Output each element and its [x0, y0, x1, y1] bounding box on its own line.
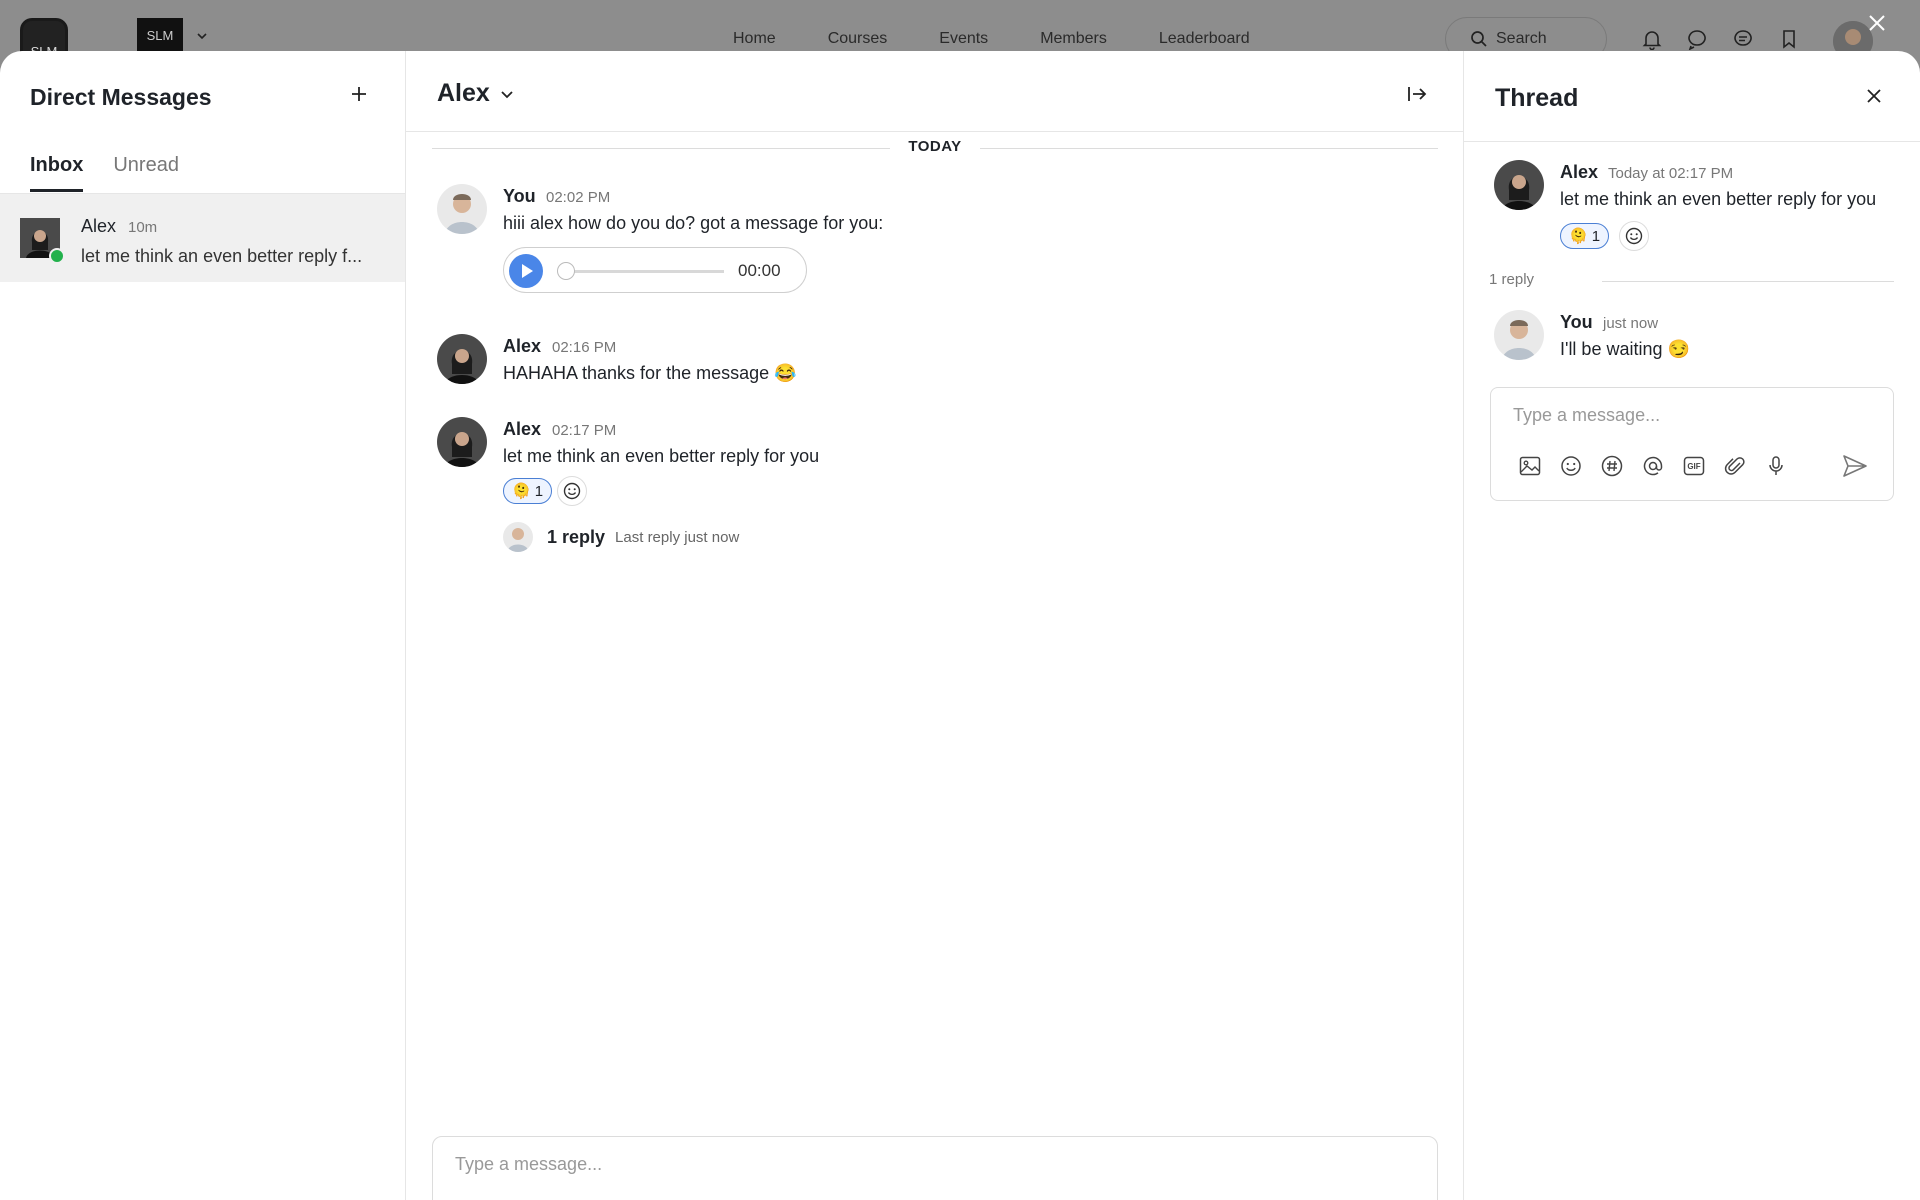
- messages-icon[interactable]: [1732, 28, 1754, 50]
- gif-label: GIF: [1687, 462, 1701, 471]
- emoji-icon: [563, 482, 581, 500]
- play-icon: [522, 264, 533, 278]
- chevron-down-icon: [501, 90, 513, 98]
- messages-modal: Direct Messages Inbox Unread Alex 10m le…: [0, 51, 1920, 1200]
- image-icon[interactable]: [1517, 453, 1543, 479]
- chat-title: Alex: [437, 79, 490, 107]
- add-reaction-button[interactable]: [1619, 221, 1649, 251]
- thread-replies-link[interactable]: 1 reply Last reply just now: [503, 522, 739, 552]
- new-message-icon[interactable]: [349, 84, 369, 104]
- conversation-preview: let me think an even better reply f...: [81, 246, 363, 266]
- message-time: 02:02 PM: [546, 189, 611, 206]
- add-reaction-button[interactable]: [557, 476, 587, 506]
- search-label: Search: [1496, 30, 1547, 47]
- chat-title-dropdown[interactable]: Alex: [437, 79, 514, 108]
- close-modal-icon[interactable]: [1866, 12, 1888, 34]
- main-nav: Home Courses Events Members Leaderboard: [733, 30, 1302, 48]
- reaction-pill[interactable]: 🫠 1: [1560, 223, 1610, 249]
- brand-text: SLM: [146, 27, 174, 43]
- tab-inbox[interactable]: Inbox: [30, 154, 84, 192]
- header-divider: [406, 131, 1463, 132]
- mention-icon[interactable]: [1640, 453, 1666, 479]
- reply-divider-label: 1 reply: [1489, 271, 1535, 288]
- conversation-time: 10m: [128, 219, 158, 236]
- online-status-indicator: [49, 248, 65, 264]
- brand-switcher[interactable]: SLM: [137, 18, 183, 52]
- message-text: HAHAHA thanks for the message 😂: [503, 363, 797, 383]
- message-text: let me think an even better reply for yo…: [503, 446, 820, 466]
- reply-divider: 1 reply: [1489, 271, 1895, 291]
- reaction-count: 1: [1591, 227, 1601, 245]
- date-divider: TODAY: [432, 138, 1438, 158]
- message-author: You: [1560, 312, 1593, 332]
- nav-home[interactable]: Home: [733, 30, 776, 48]
- message-text: I'll be waiting 😏: [1560, 339, 1690, 359]
- nav-events[interactable]: Events: [939, 30, 988, 48]
- date-label-wrap: TODAY: [432, 138, 1438, 155]
- message-time: 02:17 PM: [552, 422, 617, 439]
- mic-icon[interactable]: [1763, 453, 1789, 479]
- audio-time: 00:00: [738, 261, 781, 280]
- date-label: TODAY: [890, 138, 980, 155]
- avatar: [503, 522, 533, 552]
- chevron-down-icon[interactable]: [196, 30, 208, 42]
- message-composer: [432, 1136, 1438, 1200]
- tab-unread[interactable]: Unread: [113, 154, 179, 192]
- bookmark-icon[interactable]: [1778, 28, 1800, 50]
- nav-courses[interactable]: Courses: [828, 30, 888, 48]
- thread-header-divider: [1464, 141, 1920, 142]
- emoji-icon: [1625, 227, 1643, 245]
- reaction-emoji: 🫠: [512, 483, 531, 500]
- dm-sidebar: Direct Messages Inbox Unread Alex 10m le…: [0, 51, 406, 1200]
- audio-progress-track[interactable]: [566, 270, 724, 273]
- hashtag-icon[interactable]: [1599, 453, 1625, 479]
- thread-title: Thread: [1495, 84, 1579, 112]
- message-author: You: [503, 186, 536, 206]
- message-author: Alex: [1560, 162, 1599, 182]
- message-text: let me think an even better reply for yo…: [1560, 189, 1877, 209]
- reaction-emoji: 🫠: [1569, 228, 1588, 245]
- dm-tabs: Inbox Unread: [30, 154, 179, 192]
- chat-icon[interactable]: [1686, 28, 1708, 50]
- emoji-icon[interactable]: [1558, 453, 1584, 479]
- dm-title: Direct Messages: [30, 84, 212, 110]
- reply-count: 1 reply: [547, 526, 606, 547]
- thread-composer: GIF: [1490, 387, 1894, 501]
- message-time: Today at 02:17 PM: [1608, 165, 1734, 182]
- divider-line: [1602, 281, 1894, 282]
- reaction-pill[interactable]: 🫠 1: [503, 478, 553, 504]
- chat-panel: Alex TODAY You 02:02 PM hiii alex how do…: [406, 51, 1464, 1200]
- conversation-name: Alex: [81, 216, 117, 236]
- nav-members[interactable]: Members: [1040, 30, 1107, 48]
- collapse-panel-icon[interactable]: [1405, 82, 1429, 106]
- message-time: just now: [1603, 315, 1659, 332]
- avatar[interactable]: [1494, 160, 1544, 210]
- gif-icon[interactable]: GIF: [1681, 453, 1707, 479]
- thread-message-input[interactable]: [1511, 404, 1875, 427]
- search-icon: [1471, 31, 1487, 47]
- attach-icon[interactable]: [1722, 453, 1748, 479]
- avatar[interactable]: [437, 334, 487, 384]
- avatar[interactable]: [437, 417, 487, 467]
- message-author: Alex: [503, 336, 542, 356]
- message-author: Alex: [503, 419, 542, 439]
- bell-icon[interactable]: [1641, 28, 1663, 50]
- thread-panel: Thread Alex Today at 02:17 PM let me thi…: [1464, 51, 1920, 1200]
- play-button[interactable]: [509, 254, 543, 288]
- audio-player: 00:00: [503, 247, 807, 293]
- conversation-item[interactable]: Alex 10m let me think an even better rep…: [0, 194, 405, 282]
- composer-toolbar: GIF: [1517, 453, 1789, 479]
- close-icon[interactable]: [1865, 87, 1883, 105]
- message-text: hiii alex how do you do? got a message f…: [503, 213, 884, 233]
- last-reply-time: Last reply just now: [615, 528, 740, 546]
- send-icon[interactable]: [1841, 453, 1869, 479]
- message-time: 02:16 PM: [552, 339, 617, 356]
- audio-progress-handle[interactable]: [557, 262, 575, 280]
- nav-leaderboard[interactable]: Leaderboard: [1159, 30, 1250, 48]
- avatar[interactable]: [1494, 310, 1544, 360]
- avatar[interactable]: [437, 184, 487, 234]
- message-input[interactable]: [453, 1153, 1357, 1176]
- reaction-count: 1: [534, 482, 544, 500]
